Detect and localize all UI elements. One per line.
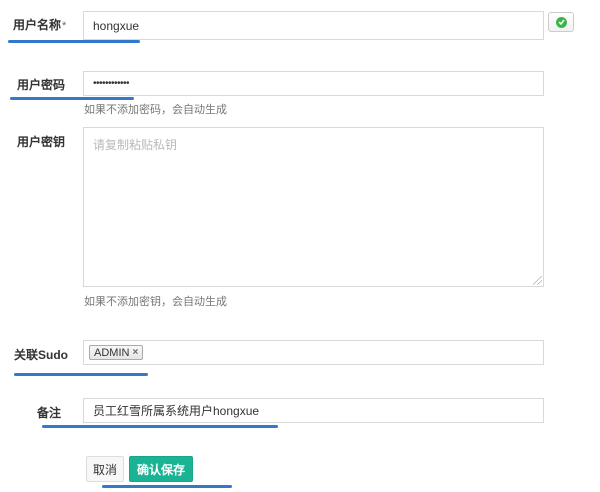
close-icon[interactable]: ×	[132, 347, 138, 358]
comment-label-text: 备注	[37, 406, 62, 420]
private-key-textarea[interactable]: 请复制粘贴私钥	[83, 127, 544, 287]
username-label-text: 用户名称	[13, 18, 62, 32]
sudo-select[interactable]: ADMIN ×	[83, 340, 544, 365]
check-circle-icon	[555, 16, 567, 28]
password-value: ••••••••••••	[93, 78, 130, 89]
save-button[interactable]: 确认保存	[129, 456, 193, 482]
check-mark-shape	[557, 19, 565, 25]
private-key-label-text: 用户密钥	[17, 135, 66, 149]
password-label-text: 用户密码	[17, 78, 66, 92]
annotation-underline	[8, 40, 140, 43]
required-mark: *	[62, 20, 67, 32]
username-input[interactable]: hongxue	[83, 11, 544, 40]
cancel-button[interactable]: 取消	[86, 456, 124, 482]
username-value: hongxue	[93, 18, 140, 33]
system-user-form: 用户名称* hongxue 用户密码 •••••••••••• 如果不添加密码，…	[0, 0, 600, 492]
private-key-hint: 如果不添加密钥，会自动生成	[84, 296, 227, 308]
annotation-underline	[42, 425, 278, 428]
annotation-underline	[14, 373, 148, 376]
sudo-tag-label: ADMIN	[94, 346, 130, 359]
comment-label: 备注	[37, 404, 61, 421]
private-key-placeholder: 请复制粘贴私钥	[93, 138, 178, 152]
private-key-label: 用户密钥	[17, 133, 65, 150]
annotation-underline	[10, 97, 134, 100]
sudo-tag: ADMIN ×	[89, 345, 144, 360]
sudo-label-text: 关联Sudo	[14, 348, 68, 362]
sudo-label: 关联Sudo	[14, 346, 68, 363]
username-label: 用户名称*	[13, 16, 66, 33]
password-hint: 如果不添加密码，会自动生成	[84, 104, 227, 116]
password-label: 用户密码	[17, 76, 65, 93]
comment-value: 员工红雪所属系统用户hongxue	[93, 404, 260, 418]
comment-input[interactable]: 员工红雪所属系统用户hongxue	[83, 398, 544, 423]
password-input[interactable]: ••••••••••••	[83, 71, 544, 96]
cancel-button-label: 取消	[92, 462, 117, 477]
save-button-label: 确认保存	[136, 462, 185, 477]
annotation-underline	[102, 485, 232, 488]
resize-grip-icon[interactable]	[533, 276, 542, 285]
username-check-button[interactable]	[548, 12, 574, 32]
